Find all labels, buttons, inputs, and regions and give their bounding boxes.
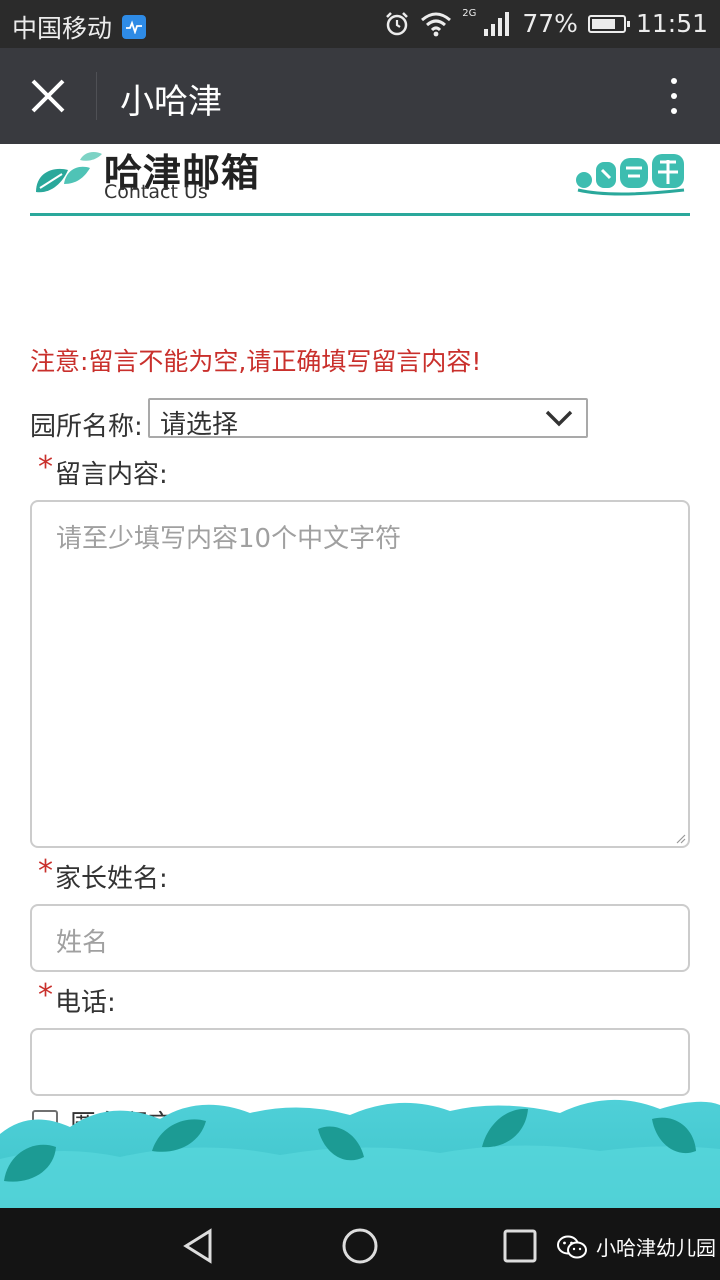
home-button[interactable] — [340, 1226, 380, 1266]
signal-icon — [484, 11, 510, 36]
leaf-logo-icon — [32, 148, 104, 204]
status-right: 2G 77% 11:51 — [384, 9, 708, 38]
required-mark: * — [38, 450, 53, 485]
school-label: 园所名称: — [30, 412, 143, 442]
leaf-footer-decoration — [0, 1099, 720, 1208]
parent-name-input[interactable]: 姓名 — [30, 904, 690, 972]
wifi-icon — [421, 12, 452, 36]
school-select[interactable]: 请选择 — [148, 398, 588, 440]
title-bar: 小哈津 — [0, 48, 720, 144]
required-mark: * — [38, 854, 53, 889]
clock: 11:51 — [635, 9, 708, 38]
health-app-icon — [122, 15, 147, 39]
phone-label-row: *电话: — [38, 978, 116, 1019]
web-content: 哈津邮箱 Contact Us 注意:留言不能为空,请正确填写留言内容! 园所名… — [0, 144, 720, 1208]
phone-input[interactable] — [30, 1028, 690, 1096]
home-icon — [342, 1228, 378, 1264]
school-select-value: 请选择 — [160, 410, 239, 440]
status-bar: 中国移动 2G 77% 11:51 — [0, 0, 720, 48]
wechat-watermark: 小哈津幼儿园 — [556, 1232, 716, 1261]
message-label-row: *留言内容: — [38, 450, 168, 491]
phone-label: 电话: — [55, 988, 116, 1018]
message-placeholder: 请至少填写内容10个中文字符 — [56, 524, 402, 554]
system-nav-bar: 小哈津幼儿园 — [0, 1208, 720, 1280]
header-divider — [30, 213, 690, 216]
recent-apps-button[interactable] — [500, 1226, 540, 1266]
carrier-name: 中国移动 — [12, 14, 113, 43]
header-subtitle: Contact Us — [104, 181, 208, 203]
parent-name-label: 家长姓名: — [55, 864, 168, 894]
status-left: 中国移动 — [12, 9, 147, 45]
message-textarea[interactable]: 请至少填写内容10个中文字符 — [30, 500, 690, 848]
close-icon — [31, 79, 65, 113]
watermark-text: 小哈津幼儿园 — [596, 1236, 716, 1260]
parent-name-placeholder: 姓名 — [56, 928, 109, 958]
more-options-button[interactable] — [654, 76, 694, 116]
parent-name-label-row: *家长姓名: — [38, 854, 168, 895]
back-icon — [183, 1228, 212, 1264]
brand-logo — [572, 148, 690, 202]
network-type: 2G — [462, 8, 477, 19]
title-divider — [96, 72, 97, 120]
wechat-icon — [557, 1235, 587, 1258]
back-button[interactable] — [180, 1226, 220, 1266]
chevron-down-icon — [545, 410, 573, 427]
battery-icon — [587, 14, 630, 33]
more-vertical-icon — [671, 78, 677, 84]
validation-notice: 注意:留言不能为空,请正确填写留言内容! — [30, 347, 482, 376]
resize-grip-icon[interactable] — [674, 832, 686, 844]
close-button[interactable] — [28, 76, 68, 116]
message-label: 留言内容: — [55, 460, 168, 490]
page-title: 小哈津 — [120, 82, 222, 122]
alarm-icon — [386, 11, 409, 35]
recent-apps-icon — [503, 1229, 537, 1263]
required-mark: * — [38, 978, 53, 1013]
battery-percent: 77% — [522, 9, 578, 38]
